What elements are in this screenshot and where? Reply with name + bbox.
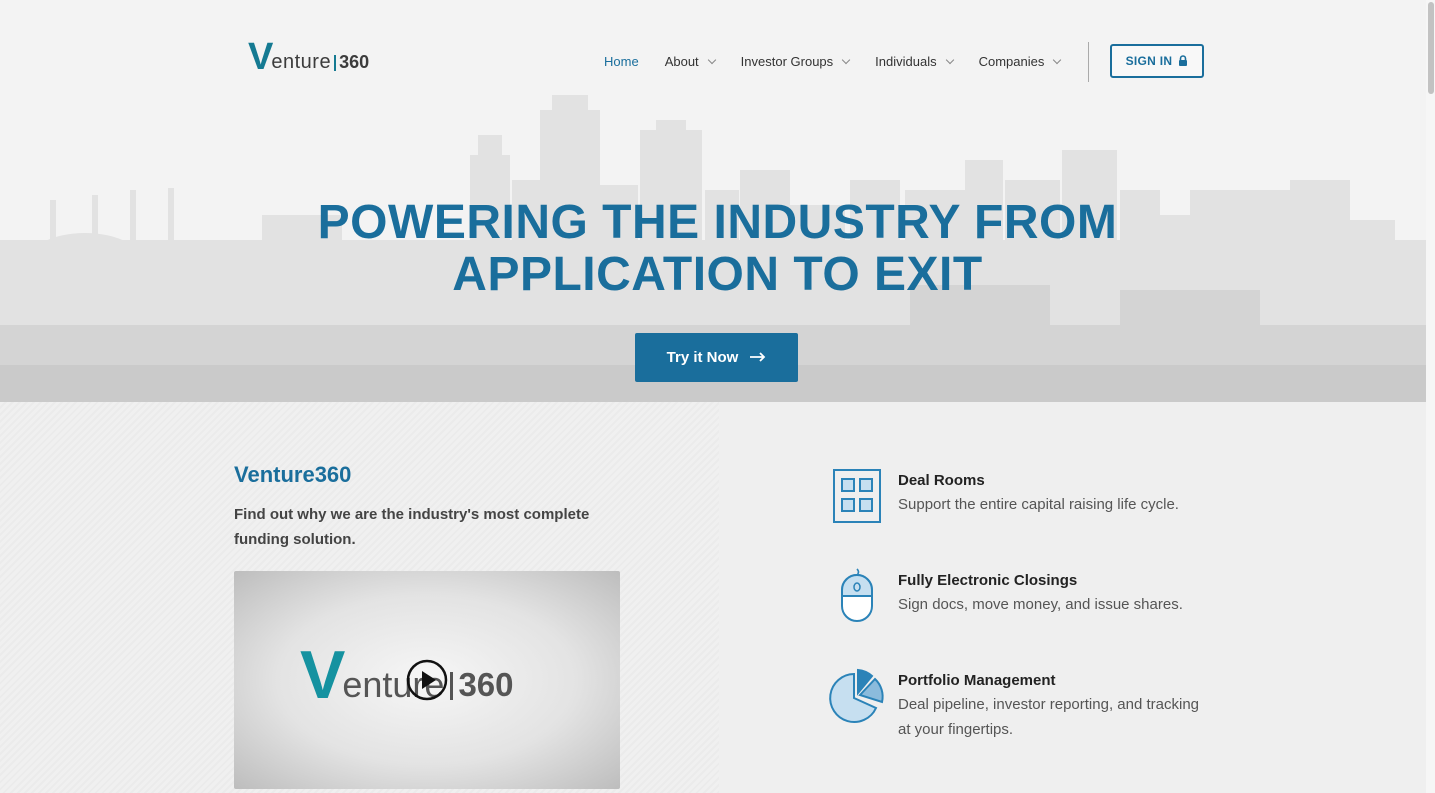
hero-section: V enture 360 Home About Investor Groups …	[0, 0, 1435, 402]
page-scrollbar-track[interactable]	[1426, 0, 1435, 793]
feature-portfolio-management: Portfolio Management Deal pipeline, inve…	[826, 668, 1206, 748]
page-scrollbar-thumb[interactable]	[1428, 2, 1434, 94]
feature-description: Support the entire capital raising life …	[898, 496, 1179, 513]
hero-headline-line2: APPLICATION TO EXIT	[452, 248, 983, 301]
intro-video[interactable]: V enture 360	[234, 571, 620, 789]
lock-icon	[1178, 55, 1188, 67]
video-logo-number: 360	[458, 666, 514, 703]
intro-description: Find out why we are the industry's most …	[234, 506, 590, 548]
nav-item-label: About	[664, 53, 699, 69]
play-icon[interactable]	[406, 659, 448, 701]
nav-item-about[interactable]: About	[664, 53, 716, 69]
chevron-down-icon	[1053, 55, 1062, 64]
logo-wordmark: enture	[271, 51, 332, 73]
nav-item-label: Home	[604, 53, 639, 69]
main-nav: Home About Investor Groups Individuals C…	[604, 52, 1086, 70]
chevron-down-icon	[841, 55, 851, 64]
logo-mark: V	[248, 36, 273, 78]
feature-description: Sign docs, move money, and issue shares.	[898, 596, 1183, 613]
nav-item-companies[interactable]: Companies	[978, 53, 1062, 69]
nav-item-label: Investor Groups	[740, 53, 834, 69]
feature-description: Deal pipeline, investor reporting, and t…	[898, 696, 1200, 738]
mouse-icon	[841, 568, 873, 622]
nav-item-home[interactable]: Home	[604, 54, 639, 69]
sign-in-button[interactable]: SIGN IN	[1110, 44, 1204, 78]
feature-electronic-closings: Fully Electronic Closings Sign docs, mov…	[826, 568, 1206, 628]
arrow-right-icon	[750, 349, 766, 366]
nav-item-label: Individuals	[875, 53, 937, 69]
chevron-down-icon	[945, 55, 954, 64]
feature-deal-rooms: Deal Rooms Support the entire capital ra…	[826, 468, 1206, 528]
video-logo-mark: V	[300, 637, 345, 713]
nav-item-label: Companies	[978, 53, 1045, 69]
pie-chart-icon	[829, 668, 884, 723]
hero-headline: POWERING THE INDUSTRY FROM APPLICATION T…	[0, 197, 1435, 301]
chevron-down-icon	[707, 55, 716, 64]
venture360-logo[interactable]: V enture 360	[248, 36, 370, 78]
grid-icon	[833, 469, 881, 523]
nav-divider	[1088, 42, 1089, 82]
video-logo-divider	[450, 672, 454, 700]
sign-in-label: SIGN IN	[1125, 54, 1173, 68]
logo-number: 360	[339, 52, 370, 72]
feature-title: Portfolio Management	[898, 672, 1056, 689]
hero-headline-line1: POWERING THE INDUSTRY FROM	[317, 196, 1118, 249]
nav-item-individuals[interactable]: Individuals	[875, 53, 954, 69]
try-it-now-button[interactable]: Try it Now	[635, 333, 798, 382]
feature-title: Deal Rooms	[898, 472, 985, 489]
logo-divider	[334, 55, 337, 71]
intro-title: Venture360	[234, 462, 352, 487]
feature-title: Fully Electronic Closings	[898, 572, 1078, 589]
nav-item-investor-groups[interactable]: Investor Groups	[740, 53, 851, 69]
cta-label: Try it Now	[666, 349, 739, 366]
